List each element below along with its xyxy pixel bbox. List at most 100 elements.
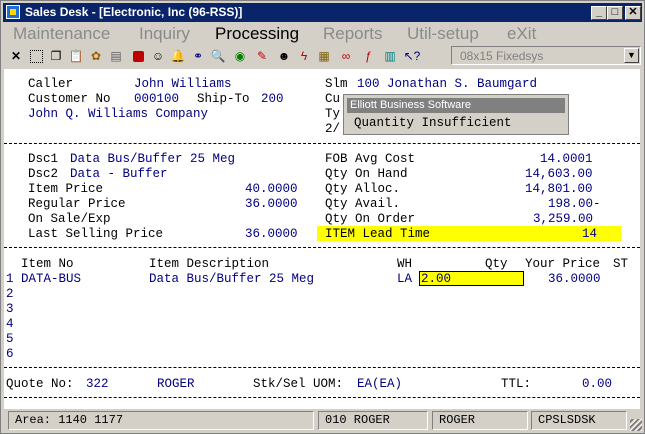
dsc2-value: Data - Buffer	[70, 167, 168, 181]
binoculars-icon[interactable]: ⚭	[189, 47, 207, 65]
last-selling-value: 36.0000	[245, 227, 298, 241]
quote-user: ROGER	[157, 377, 195, 391]
select-icon[interactable]	[27, 47, 45, 65]
divider	[4, 397, 640, 398]
font-select[interactable]: 08x15 Fixedsys ▼	[451, 46, 641, 65]
magnifier-icon[interactable]: 🔍	[209, 47, 227, 65]
last-selling-label: Last Selling Price	[28, 227, 164, 241]
globe-icon[interactable]: ◉	[231, 47, 249, 65]
fob-label: FOB Avg Cost	[325, 152, 416, 166]
calculator-icon[interactable]: ▦	[315, 47, 333, 65]
menu-reports[interactable]: Reports	[323, 24, 383, 44]
ship-to-value[interactable]: 200	[261, 92, 284, 107]
menu-bar: Maintenance Inquiry Processing Reports U…	[5, 23, 641, 45]
divider	[4, 367, 640, 368]
company-name: John Q. Williams Company	[28, 107, 209, 121]
divider	[4, 247, 640, 248]
alloc-value: 14,801.00	[525, 182, 593, 196]
on-hand-value: 14,603.00	[525, 167, 593, 181]
dsc1-label: Dsc1	[28, 152, 59, 166]
row-item-no[interactable]: DATA-BUS	[21, 272, 81, 287]
slm-label: Slm	[325, 77, 348, 91]
column-header-qty: Qty	[485, 257, 508, 271]
date-partial-label: 2/	[325, 122, 341, 136]
popup-title: Elliott Business Software	[347, 98, 565, 113]
sales-desk-window: Sales Desk - [Electronic, Inc (96-RSS)] …	[0, 0, 645, 434]
document-icon[interactable]: ▥	[381, 47, 399, 65]
avail-value: 198.00-	[548, 197, 601, 211]
row-description[interactable]: Data Bus/Buffer 25 Meg	[149, 272, 314, 287]
avail-label: Qty Avail.	[325, 197, 401, 211]
row-warehouse[interactable]: LA	[397, 272, 412, 287]
print-preview-icon[interactable]: ▤	[107, 47, 125, 65]
menu-inquiry[interactable]: Inquiry	[139, 24, 190, 44]
function-icon[interactable]: ƒ	[359, 47, 377, 65]
row-number: 3	[6, 302, 14, 316]
minimize-button[interactable]: _	[591, 6, 607, 20]
dsc2-label: Dsc2	[28, 167, 59, 181]
column-header-your-price: Your Price	[525, 257, 601, 271]
row-number: 6	[6, 347, 14, 361]
caller-value[interactable]: John Williams	[134, 77, 232, 92]
item-price-value: 40.0000	[245, 182, 298, 196]
popup-message: Quantity Insufficient	[354, 116, 512, 130]
link-icon[interactable]: ∞	[337, 47, 355, 65]
close-button[interactable]: ✕	[625, 6, 641, 20]
on-hand-label: Qty On Hand	[325, 167, 408, 181]
status-user: ROGER	[432, 411, 528, 430]
item-price-label: Item Price	[28, 182, 104, 196]
on-sale-label: On Sale/Exp	[28, 212, 111, 226]
help-pointer-icon[interactable]: ↖?	[403, 47, 421, 65]
row-number: 1	[6, 272, 14, 286]
app-icon[interactable]	[6, 5, 20, 19]
message-popup[interactable]: Elliott Business Software Quantity Insuf…	[343, 94, 569, 135]
paste-icon[interactable]: 📋	[67, 47, 85, 65]
status-user-code: 010 ROGER	[318, 411, 428, 430]
row-quantity-value[interactable]: 2.00	[421, 272, 451, 287]
lead-time-label: ITEM Lead Time	[325, 227, 431, 241]
slm-value[interactable]: 100 Jonathan S. Baumgard	[357, 77, 537, 92]
status-program: CPSLSDSK	[531, 411, 627, 430]
uom-label: Stk/Sel UOM:	[253, 377, 344, 391]
contact-icon[interactable]: ☻	[275, 47, 293, 65]
customer-no-value[interactable]: 000100	[134, 92, 179, 107]
menu-processing[interactable]: Processing	[215, 24, 299, 44]
row-number: 4	[6, 317, 14, 331]
stop-icon[interactable]	[129, 47, 147, 65]
chevron-down-icon[interactable]: ▼	[624, 48, 639, 63]
font-select-value: 08x15 Fixedsys	[460, 49, 544, 63]
settings-icon[interactable]: ✿	[87, 47, 105, 65]
menu-exit[interactable]: eXit	[507, 24, 536, 44]
quote-no-value: 322	[86, 377, 109, 391]
bell-icon[interactable]: 🔔	[169, 47, 187, 65]
row-number: 2	[6, 287, 14, 301]
title-bar[interactable]: Sales Desk - [Electronic, Inc (96-RSS)] …	[3, 3, 642, 22]
fob-value: 14.0001	[540, 152, 593, 166]
uom-value: EA(EA)	[357, 377, 403, 391]
maximize-button[interactable]: □	[607, 6, 623, 20]
toolbar: ✕ ❐ 📋 ✿ ▤ ☺ 🔔 ⚭ 🔍 ◉ ✎ ☻ ϟ ▦ ∞ ƒ ▥ ↖? 08x…	[5, 45, 641, 67]
on-order-value: 3,259.00	[533, 212, 594, 226]
pen-icon[interactable]: ✎	[253, 47, 271, 65]
terminal-screen: Caller John Williams Customer No 000100 …	[4, 69, 640, 409]
resize-grip[interactable]	[630, 419, 642, 431]
quote-no-label: Quote No:	[6, 377, 74, 391]
menu-maintenance[interactable]: Maintenance	[13, 24, 110, 44]
window-title: Sales Desk - [Electronic, Inc (96-RSS)]	[25, 5, 243, 19]
ty-partial-label: Ty	[325, 107, 341, 121]
alloc-label: Qty Alloc.	[325, 182, 401, 196]
column-header-description: Item Description	[149, 257, 270, 271]
lead-time-value: 14	[582, 227, 598, 241]
ship-to-label: Ship-To	[197, 92, 250, 106]
lightning-icon[interactable]: ϟ	[295, 47, 313, 65]
close-x-icon[interactable]: ✕	[7, 47, 25, 65]
row-your-price[interactable]: 36.0000	[548, 272, 601, 287]
caller-label: Caller	[28, 77, 74, 91]
copy-icon[interactable]: ❐	[47, 47, 65, 65]
menu-util-setup[interactable]: Util-setup	[407, 24, 479, 44]
divider	[4, 143, 640, 144]
cu-partial-label: Cu	[325, 92, 341, 106]
user-icon[interactable]: ☺	[149, 47, 167, 65]
ttl-label: TTL:	[501, 377, 532, 391]
status-area: Area: 1140 1177	[8, 411, 314, 430]
